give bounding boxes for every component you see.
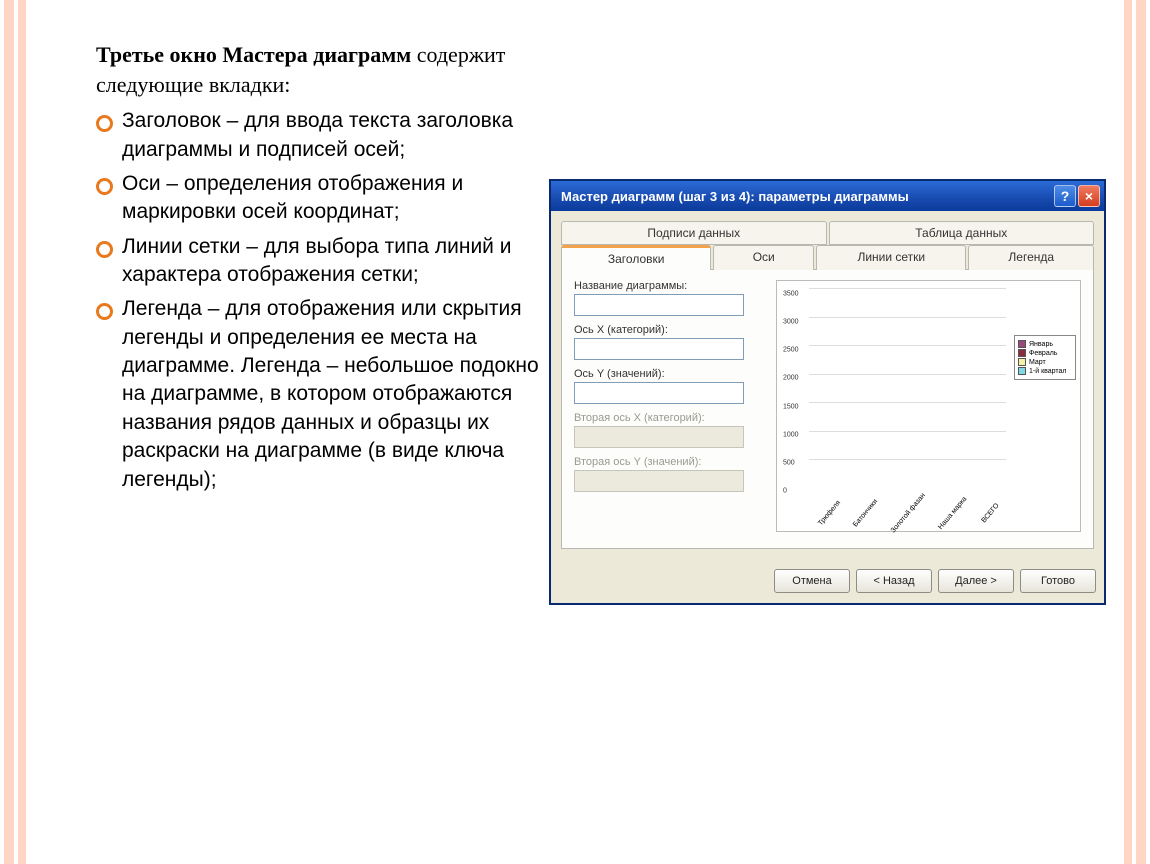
form-area: Название диаграммы: Ось X (категорий): О… <box>574 280 764 532</box>
x-label: ВСЕГО <box>977 497 1028 548</box>
list-item: Заголовок – для ввода текста заголовка д… <box>96 107 550 164</box>
tab-row-top: Подписи данных Таблица данных <box>561 221 1094 245</box>
label-axis-y2: Вторая ось Y (значений): <box>574 456 764 468</box>
decorative-bar <box>1124 0 1132 864</box>
tab-panel: Название диаграммы: Ось X (категорий): О… <box>561 269 1094 549</box>
chart-preview: 0500100015002000250030003500 Январь Февра… <box>776 280 1081 532</box>
intro-paragraph: Третье окно Мастера диаграмм содержит сл… <box>96 40 550 99</box>
legend-item: Февраль <box>1018 349 1072 357</box>
label-chart-title: Название диаграммы: <box>574 280 764 292</box>
label-axis-x2: Вторая ось X (категорий): <box>574 412 764 424</box>
help-button[interactable]: ? <box>1054 185 1076 207</box>
list-item: Оси – определения отображения и маркиров… <box>96 170 550 227</box>
tab-data-labels[interactable]: Подписи данных <box>561 221 827 245</box>
decorative-bar <box>1136 0 1146 864</box>
x-axis-labels: ТрюфеляБатончикиЗолотой фазанНаша маркаВ… <box>809 493 1006 529</box>
legend-label: Февраль <box>1029 350 1057 357</box>
label-axis-x: Ось X (категорий): <box>574 324 764 336</box>
explanation-text: Третье окно Мастера диаграмм содержит сл… <box>60 30 550 834</box>
close-button[interactable]: × <box>1078 185 1100 207</box>
legend-item: Январь <box>1018 340 1072 348</box>
list-item: Легенда – для отображения или скрытия ле… <box>96 295 550 493</box>
plot-area <box>809 289 1006 489</box>
legend-item: Март <box>1018 358 1072 366</box>
tab-axes[interactable]: Оси <box>713 245 814 270</box>
back-button[interactable]: < Назад <box>856 569 932 593</box>
legend-label: Март <box>1029 359 1046 366</box>
tab-legend[interactable]: Легенда <box>968 245 1094 270</box>
label-axis-y: Ось Y (значений): <box>574 368 764 380</box>
legend-swatch <box>1018 358 1026 366</box>
tab-row-bottom: Заголовки Оси Линии сетки Легенда <box>561 245 1094 270</box>
y-axis-ticks: 0500100015002000250030003500 <box>783 287 809 491</box>
bullet-list: Заголовок – для ввода текста заголовка д… <box>60 107 550 493</box>
input-axis-y[interactable] <box>574 382 744 404</box>
decorative-bar <box>18 0 26 864</box>
intro-bold: Третье окно Мастера диаграмм <box>96 42 411 67</box>
legend-label: 1-й квартал <box>1029 368 1067 375</box>
window-title: Мастер диаграмм (шаг 3 из 4): параметры … <box>561 189 909 204</box>
cancel-button[interactable]: Отмена <box>774 569 850 593</box>
decorative-bar <box>4 0 14 864</box>
input-chart-title[interactable] <box>574 294 744 316</box>
legend-box: Январь Февраль Март 1-й квартал <box>1014 335 1076 380</box>
tab-titles[interactable]: Заголовки <box>561 245 711 270</box>
input-axis-x2 <box>574 426 744 448</box>
list-item: Линии сетки – для выбора типа линий и ха… <box>96 233 550 290</box>
legend-swatch <box>1018 367 1026 375</box>
legend-swatch <box>1018 349 1026 357</box>
legend-label: Январь <box>1029 341 1053 348</box>
input-axis-x[interactable] <box>574 338 744 360</box>
finish-button[interactable]: Готово <box>1020 569 1096 593</box>
button-bar: Отмена < Назад Далее > Готово <box>551 559 1104 603</box>
tab-data-table[interactable]: Таблица данных <box>829 221 1095 245</box>
chart-wizard-window: Мастер диаграмм (шаг 3 из 4): параметры … <box>550 180 1105 604</box>
legend-item: 1-й квартал <box>1018 367 1072 375</box>
tab-gridlines[interactable]: Линии сетки <box>816 245 966 270</box>
next-button[interactable]: Далее > <box>938 569 1014 593</box>
legend-swatch <box>1018 340 1026 348</box>
input-axis-y2 <box>574 470 744 492</box>
titlebar[interactable]: Мастер диаграмм (шаг 3 из 4): параметры … <box>551 181 1104 211</box>
